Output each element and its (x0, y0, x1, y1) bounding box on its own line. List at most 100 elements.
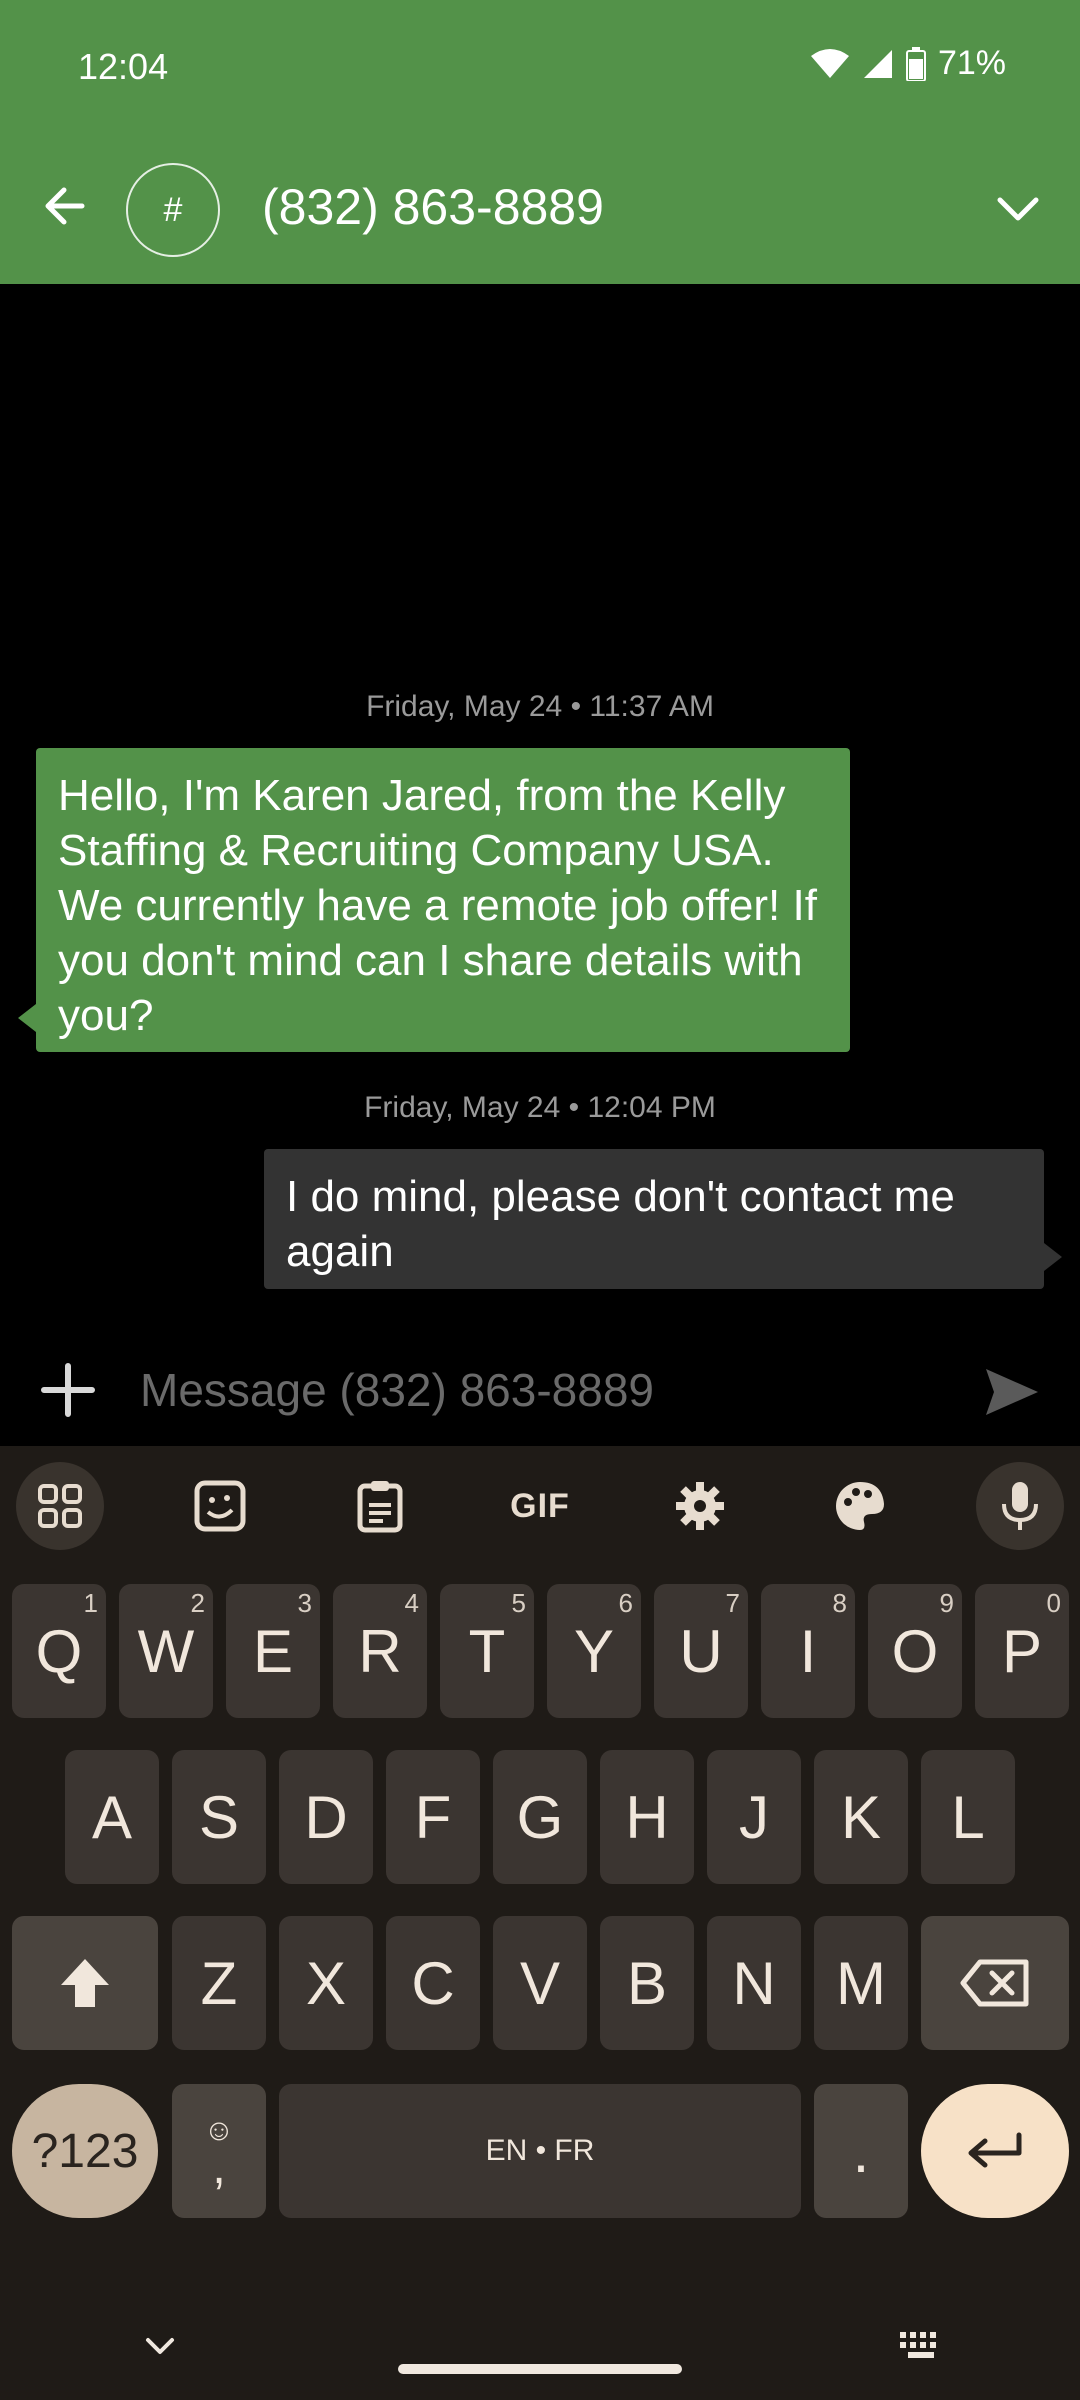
key-hint: 9 (939, 1588, 954, 1618)
hide-keyboard-chevron-icon[interactable] (140, 2326, 180, 2366)
soft-keyboard: GIF Q1 W2 E3 R4 T5 Y6 U7 I8 O9 P0 A S D … (0, 1446, 1080, 2400)
key-label: P (1001, 1617, 1043, 1685)
key-u[interactable]: U7 (654, 1584, 748, 1718)
mic-icon (1002, 1482, 1038, 1530)
key-label: I (799, 1617, 817, 1685)
key-m[interactable]: M (814, 1916, 908, 2050)
key-hint: 5 (511, 1588, 526, 1618)
key-r[interactable]: R4 (333, 1584, 427, 1718)
compose-bar (0, 1330, 1080, 1450)
settings-button[interactable] (656, 1462, 744, 1550)
key-n[interactable]: N (707, 1916, 801, 2050)
back-button[interactable] (36, 178, 92, 234)
apps-grid-icon (38, 1484, 82, 1528)
enter-return-icon (968, 2132, 1022, 2168)
incoming-message[interactable]: Hello, I'm Karen Jared, from the Kelly S… (18, 748, 850, 1052)
backspace-key[interactable] (921, 1916, 1069, 2050)
clipboard-icon (357, 1481, 403, 1533)
key-label: U (679, 1617, 723, 1685)
gif-label: GIF (510, 1486, 570, 1525)
home-gesture-handle[interactable] (398, 2364, 682, 2374)
gear-icon (676, 1482, 724, 1530)
key-o[interactable]: O9 (868, 1584, 962, 1718)
outgoing-message[interactable]: I do mind, please don't contact me again (264, 1149, 1062, 1289)
wifi-icon (810, 48, 849, 78)
key-hint: 8 (832, 1588, 847, 1618)
key-v[interactable]: V (493, 1916, 587, 2050)
key-hint: 7 (725, 1588, 740, 1618)
voice-input-button[interactable] (976, 1462, 1064, 1550)
key-hint: 0 (1046, 1588, 1061, 1618)
key-t[interactable]: T5 (440, 1584, 534, 1718)
backspace-icon (960, 1959, 1029, 2007)
bubble-tail (18, 1004, 36, 1032)
key-hint: 1 (83, 1588, 98, 1618)
key-label: Q (35, 1617, 83, 1685)
message-timestamp: Friday, May 24 • 12:04 PM (364, 1091, 716, 1124)
status-time: 12:04 (78, 46, 169, 87)
key-hint: 6 (618, 1588, 633, 1618)
shift-arrow-icon (61, 1959, 109, 2007)
message-input[interactable] (140, 1352, 940, 1428)
space-key[interactable]: EN • FR (279, 2084, 801, 2218)
keyboard-switcher-icon[interactable] (898, 2330, 944, 2362)
arrow-back-icon (45, 187, 85, 225)
key-p[interactable]: P0 (975, 1584, 1069, 1718)
key-d[interactable]: D (279, 1750, 373, 1884)
bubble-tail (1044, 1243, 1062, 1271)
key-f[interactable]: F (386, 1750, 480, 1884)
key-s[interactable]: S (172, 1750, 266, 1884)
gif-button[interactable]: GIF (496, 1462, 584, 1550)
key-b[interactable]: B (600, 1916, 694, 2050)
key-a[interactable]: A (65, 1750, 159, 1884)
status-icons: 71% (810, 44, 1006, 83)
key-j[interactable]: J (707, 1750, 801, 1884)
keyboard-toolbar: GIF (0, 1446, 1080, 1562)
key-label: E (252, 1617, 294, 1685)
expand-details-button[interactable] (990, 180, 1046, 236)
key-q[interactable]: Q1 (12, 1584, 106, 1718)
key-y[interactable]: Y6 (547, 1584, 641, 1718)
enter-key[interactable] (921, 2084, 1069, 2218)
key-i[interactable]: I8 (761, 1584, 855, 1718)
apps-grid-button[interactable] (16, 1462, 104, 1550)
send-icon (986, 1369, 1038, 1415)
send-button[interactable] (980, 1360, 1044, 1424)
status-bar: 12:04 71% (0, 0, 1080, 140)
battery-percent: 71% (937, 44, 1006, 82)
key-c[interactable]: C (386, 1916, 480, 2050)
key-x[interactable]: X (279, 1916, 373, 2050)
key-label: W (137, 1617, 195, 1685)
key-l[interactable]: L (921, 1750, 1015, 1884)
plus-icon (41, 1363, 95, 1417)
key-e[interactable]: E3 (226, 1584, 320, 1718)
conversation-title[interactable]: (832) 863-8889 (262, 178, 604, 236)
key-label: O (891, 1617, 939, 1685)
app-bar: 12:04 71% # (832) 863-8889 (0, 0, 1080, 284)
key-h[interactable]: H (600, 1750, 694, 1884)
key-z[interactable]: Z (172, 1916, 266, 2050)
key-k[interactable]: K (814, 1750, 908, 1884)
comma-emoji-key[interactable]: ☺ , (172, 2084, 266, 2218)
comma-label: , (212, 2141, 226, 2194)
attach-button[interactable] (36, 1358, 100, 1422)
key-w[interactable]: W2 (119, 1584, 213, 1718)
key-hint: 2 (190, 1588, 205, 1618)
contact-avatar[interactable]: # (126, 163, 220, 257)
key-hint: 3 (297, 1588, 312, 1618)
battery-icon (905, 46, 926, 81)
clipboard-button[interactable] (336, 1462, 424, 1550)
key-g[interactable]: G (493, 1750, 587, 1884)
key-hint: 4 (404, 1588, 419, 1618)
message-timestamp: Friday, May 24 • 11:37 AM (366, 690, 714, 723)
symbols-key[interactable]: ?123 (12, 2084, 158, 2218)
cellular-signal-icon (863, 49, 892, 78)
sticker-icon (194, 1480, 246, 1532)
theme-button[interactable] (816, 1462, 904, 1550)
period-key[interactable]: . (814, 2084, 908, 2218)
shift-key[interactable] (12, 1916, 158, 2050)
key-label: T (468, 1617, 506, 1685)
incoming-message-text: Hello, I'm Karen Jared, from the Kelly S… (58, 771, 817, 1040)
sticker-button[interactable] (176, 1462, 264, 1550)
system-navigation-bar (0, 2300, 1080, 2400)
